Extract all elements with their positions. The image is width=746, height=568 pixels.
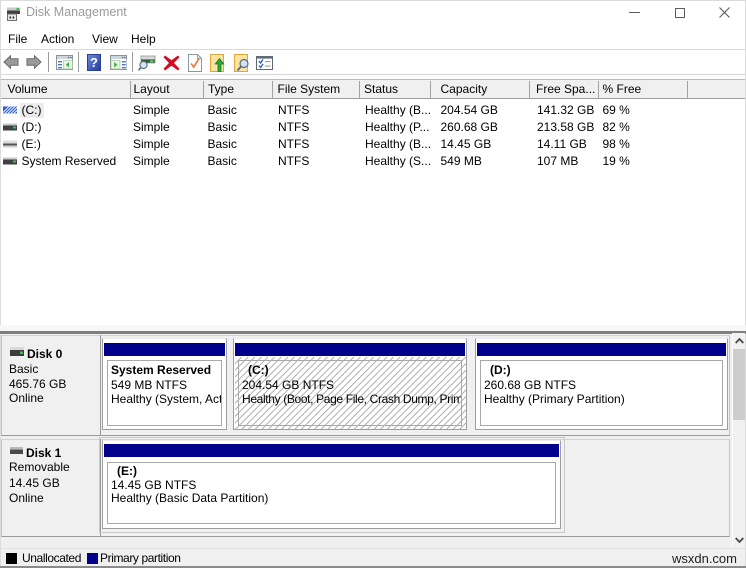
svg-text:?: ? — [90, 55, 98, 70]
